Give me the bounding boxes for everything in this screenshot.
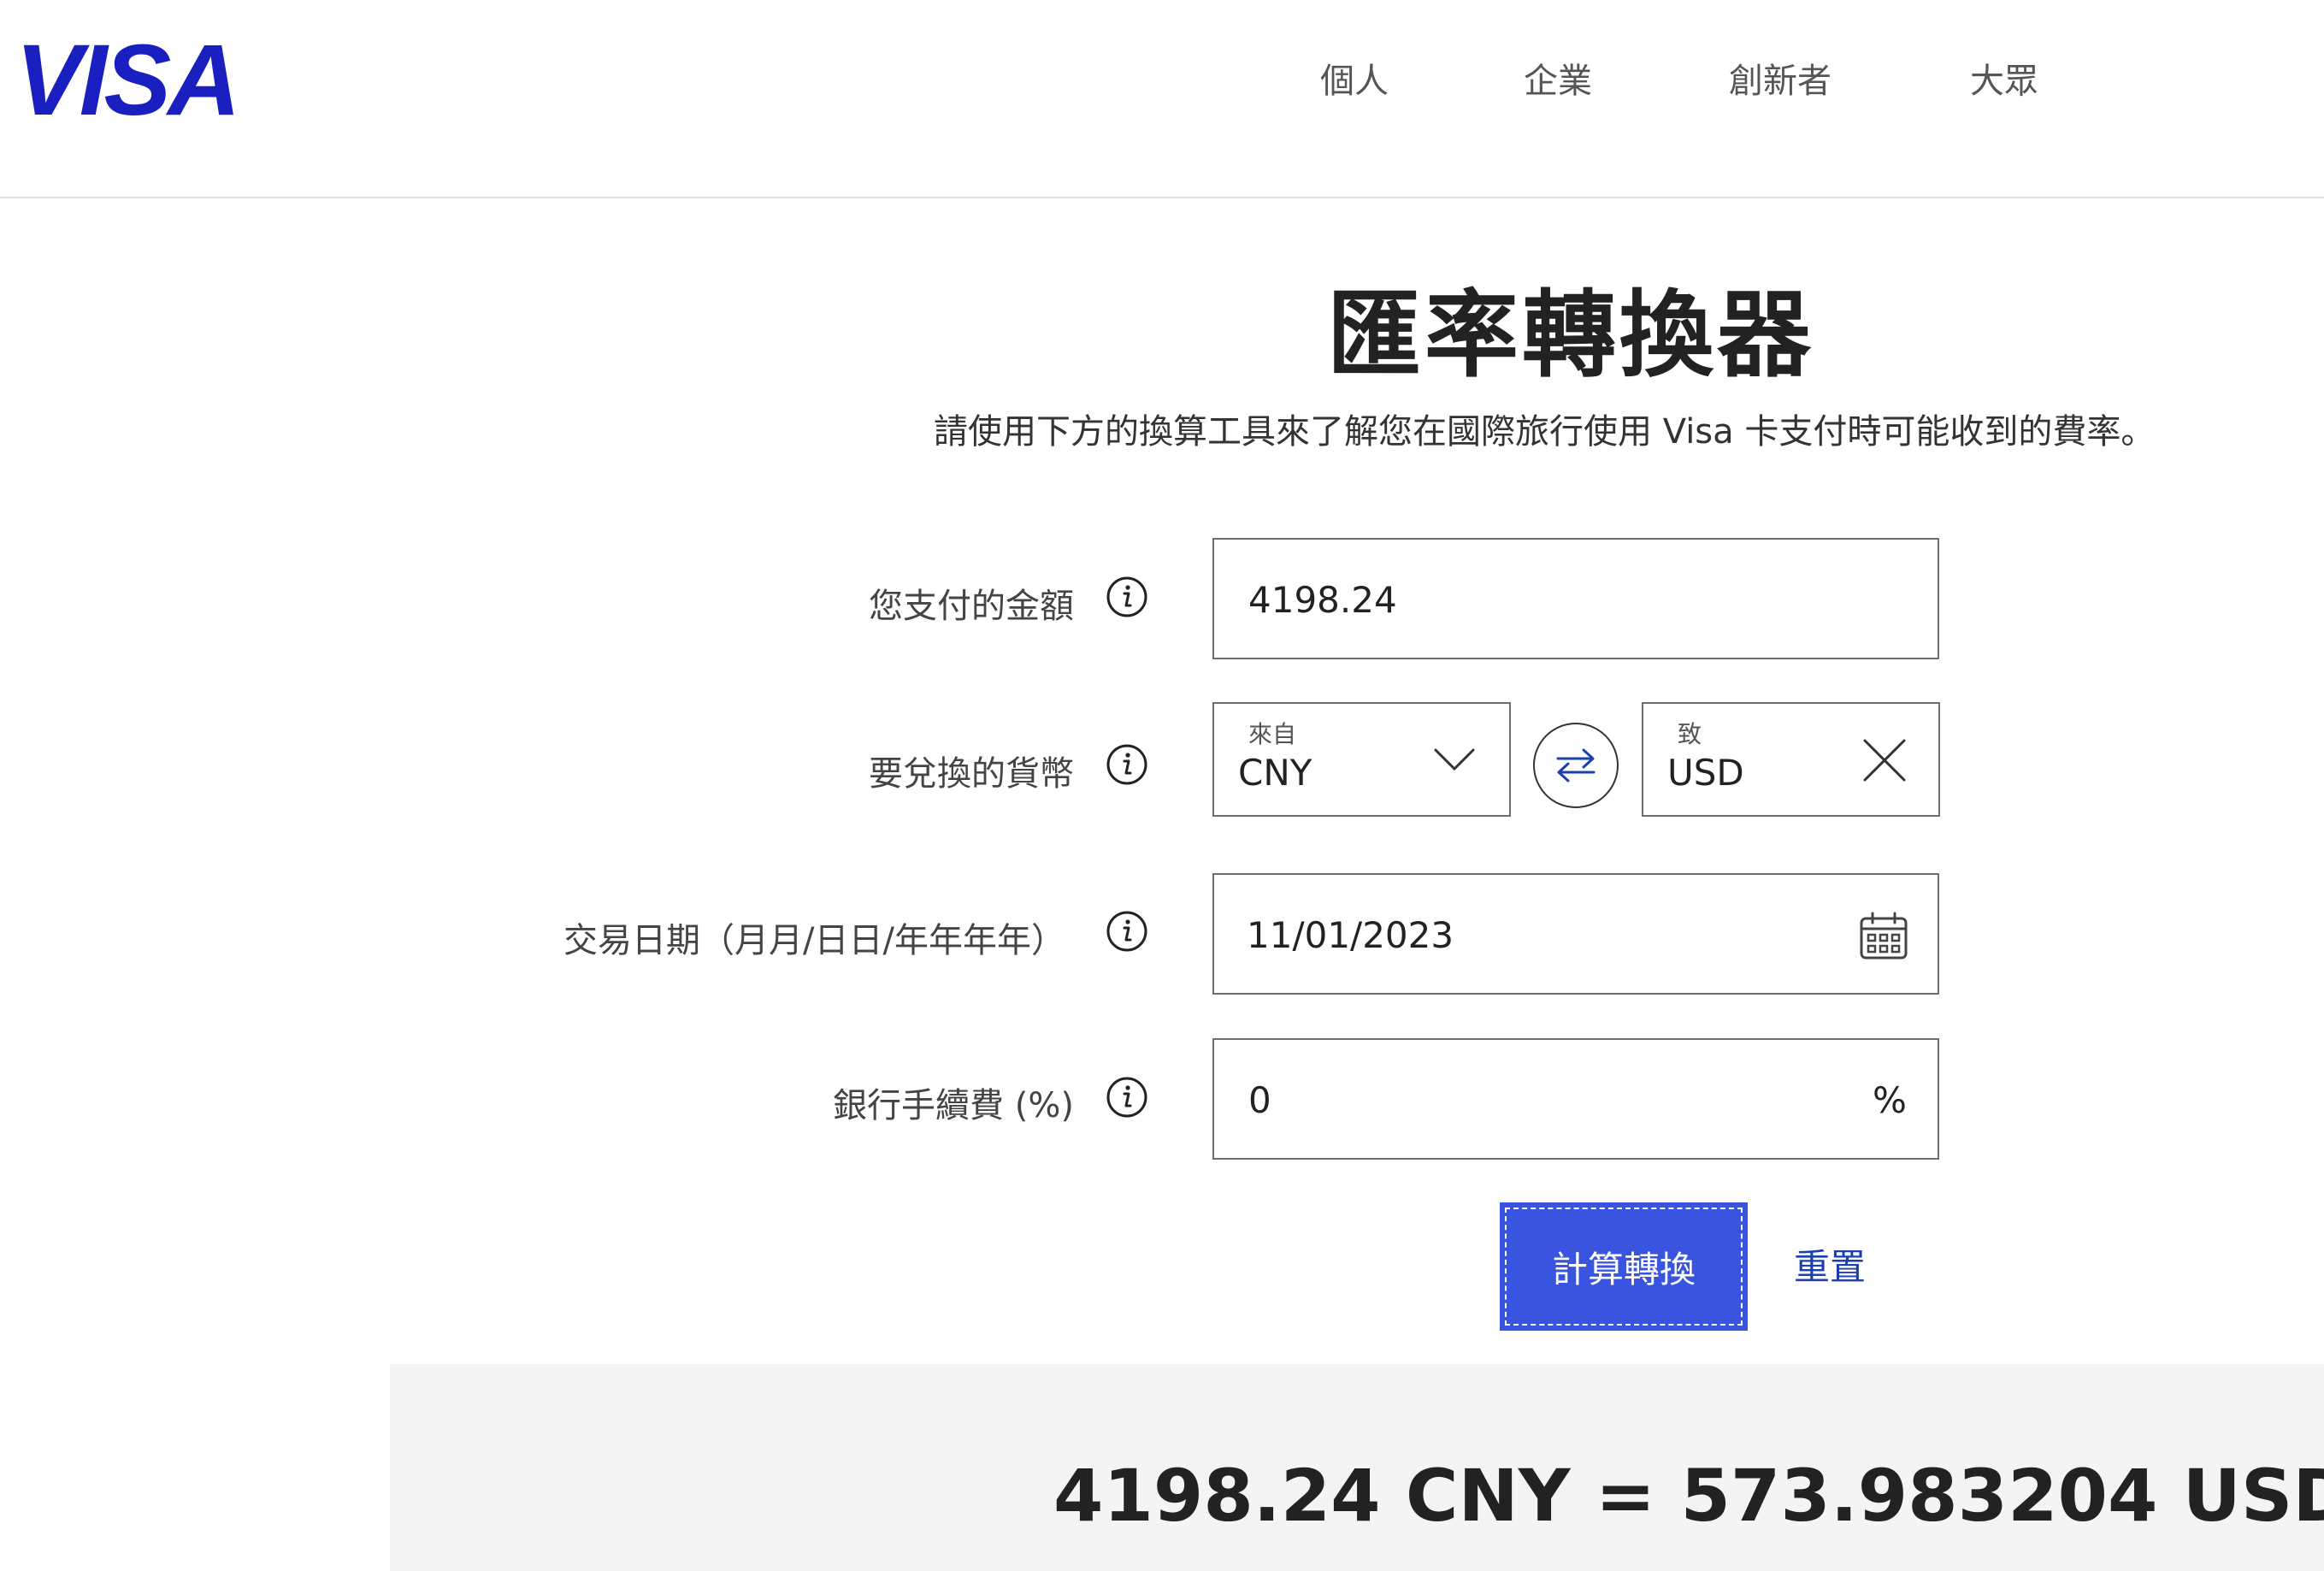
reset-link[interactable]: 重置 — [1794, 1238, 1866, 1290]
date-input[interactable]: 11/01/2023 — [1212, 873, 1939, 995]
bank-fee-input[interactable]: 0 % — [1212, 1038, 1939, 1160]
bank-fee-value: 0 — [1248, 1079, 1271, 1121]
to-currency-select[interactable]: 致 USD — [1642, 702, 1940, 817]
close-icon[interactable] — [1862, 738, 1907, 783]
info-icon[interactable] — [1106, 1076, 1148, 1119]
page-title: 匯率轉換器 — [1327, 281, 1814, 390]
visa-logo-text: VISA — [15, 32, 237, 125]
info-icon[interactable] — [1106, 743, 1148, 786]
to-currency-value: USD — [1667, 752, 1744, 794]
chevron-down-icon[interactable] — [1433, 747, 1476, 772]
currency-label: 要兌換的貨幣 — [869, 754, 1074, 794]
info-icon[interactable] — [1106, 576, 1148, 618]
nav-item-innovators[interactable]: 創新者 — [1729, 53, 1831, 103]
calculate-button-label: 計算轉換 — [1551, 1248, 1696, 1290]
nav-item-business[interactable]: 企業 — [1524, 53, 1592, 103]
conversion-result: 4198.24 CNY = 573.983204 USD — [1053, 1454, 2324, 1538]
percent-suffix: % — [1873, 1079, 1907, 1121]
calculate-button[interactable]: 計算轉換 — [1500, 1202, 1748, 1331]
swap-currencies-button[interactable] — [1533, 723, 1619, 808]
date-label: 交易日期（月月/日日/年年年年） — [563, 921, 1065, 960]
nav-item-public[interactable]: 大眾 — [1970, 53, 2038, 103]
amount-label: 您支付的金額 — [869, 587, 1074, 626]
from-currency-select[interactable]: 來自 CNY — [1212, 702, 1511, 817]
amount-value: 4198.24 — [1248, 579, 1397, 621]
visa-logo[interactable]: VISA — [15, 32, 243, 125]
amount-input[interactable]: 4198.24 — [1212, 538, 1939, 659]
nav-item-personal[interactable]: 個人 — [1320, 53, 1389, 103]
page-subtitle: 請使用下方的換算工具來了解您在國際旅行使用 Visa 卡支付時可能收到的費率。 — [934, 412, 2156, 452]
from-currency-caption: 來自 — [1248, 720, 1297, 748]
calculate-button-focus-ring: 計算轉換 — [1505, 1208, 1743, 1326]
from-currency-value: CNY — [1238, 752, 1312, 794]
site-header: VISA 個人 企業 創新者 大眾 — [0, 0, 2324, 198]
to-currency-caption: 致 — [1678, 720, 1702, 748]
fee-label: 銀行手續費 (%) — [833, 1086, 1074, 1125]
info-icon[interactable] — [1106, 910, 1148, 953]
swap-arrows-icon — [1556, 748, 1596, 783]
date-value: 11/01/2023 — [1247, 914, 1454, 956]
calendar-icon[interactable] — [1859, 911, 1908, 960]
